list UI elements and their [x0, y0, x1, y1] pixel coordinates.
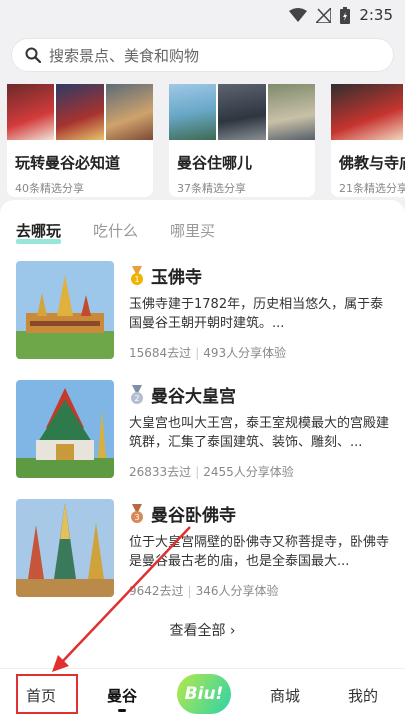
guide-thumbnails: [7, 84, 153, 140]
view-all-link[interactable]: 查看全部 ›: [0, 620, 405, 640]
attractions-panel: 去哪玩 吃什么 哪里买 1 玉佛寺 玉佛寺建于1782年，历史相当悠久，属于泰国…: [0, 200, 405, 668]
attraction-stats: 15684去过 | 493人分享体验: [129, 346, 287, 360]
active-tab-indicator: [118, 709, 126, 712]
nav-mine[interactable]: 我的: [348, 685, 378, 706]
nav-mall[interactable]: 商城: [270, 685, 300, 706]
nav-bangkok[interactable]: 曼谷: [107, 685, 137, 706]
attraction-header: 1 玉佛寺: [129, 263, 202, 288]
guide-card[interactable]: 佛教与寺庙 21条精选分享: [331, 84, 405, 197]
attraction-stats: 9642去过 | 346人分享体验: [129, 584, 279, 598]
attraction-image: [16, 380, 114, 478]
svg-text:1: 1: [134, 275, 139, 284]
attraction-image: [16, 499, 114, 597]
biu-button[interactable]: Biu!: [177, 674, 231, 714]
silver-medal-icon: 2: [131, 384, 143, 404]
guide-subtitle: 40条精选分享: [15, 182, 84, 195]
attraction-description: 大皇宫也叫大王宫，泰王室规模最大的宫殿建筑群，汇集了泰国建筑、装饰、雕刻、...: [129, 416, 390, 450]
biu-label: Biu!: [184, 684, 224, 704]
share-count: 493人分享体验: [203, 346, 287, 360]
search-placeholder: 搜索景点、美食和购物: [49, 46, 200, 65]
svg-text:3: 3: [134, 513, 139, 522]
guide-card[interactable]: 玩转曼谷必知道 40条精选分享: [7, 84, 153, 197]
tab-where-to-shop[interactable]: 哪里买: [170, 220, 215, 241]
battery-icon: [340, 6, 351, 24]
status-icons: 2:35: [289, 5, 393, 25]
tab-what-to-eat[interactable]: 吃什么: [93, 220, 138, 241]
bronze-medal-icon: 3: [131, 503, 143, 523]
guide-subtitle: 37条精选分享: [177, 182, 246, 195]
visit-count: 9642去过: [129, 584, 184, 598]
share-count: 2455人分享体验: [203, 465, 294, 479]
guide-card[interactable]: 曼谷住哪儿 37条精选分享: [169, 84, 315, 197]
svg-text:2: 2: [134, 394, 139, 403]
guide-thumbnails: [331, 84, 405, 140]
tab-where-to-go[interactable]: 去哪玩: [16, 220, 62, 244]
view-all-label: 查看全部: [169, 623, 226, 639]
attraction-item[interactable]: 2 曼谷大皇宫 大皇宫也叫大王宫，泰王室规模最大的宫殿建筑群，汇集了泰国建筑、装…: [16, 380, 396, 480]
signal-off-icon: [316, 7, 332, 23]
guide-thumbnails: [169, 84, 315, 140]
attraction-name: 玉佛寺: [151, 268, 202, 288]
attraction-header: 3 曼谷卧佛寺: [129, 501, 236, 526]
attraction-name: 曼谷卧佛寺: [151, 506, 236, 526]
attraction-header: 2 曼谷大皇宫: [129, 382, 236, 407]
category-tabs: 去哪玩 吃什么 哪里买: [16, 220, 215, 244]
attraction-image: [16, 261, 114, 359]
status-bar: 2:35: [0, 0, 405, 30]
attraction-name: 曼谷大皇宫: [151, 387, 236, 407]
wifi-icon: [289, 8, 308, 22]
attraction-stats: 26833去过 | 2455人分享体验: [129, 465, 294, 479]
attraction-description: 玉佛寺建于1782年，历史相当悠久，属于泰国曼谷王朝开朝时建筑。...: [129, 297, 384, 331]
share-count: 346人分享体验: [195, 584, 279, 598]
search-icon: [25, 47, 41, 63]
visit-count: 15684去过: [129, 346, 192, 360]
guide-title: 曼谷住哪儿: [177, 154, 253, 172]
visit-count: 26833去过: [129, 465, 192, 479]
attraction-item[interactable]: 3 曼谷卧佛寺 位于大皇宫隔壁的卧佛寺又称菩提寺，卧佛寺是曼谷最古老的庙，也是全…: [16, 499, 396, 599]
chevron-right-icon: ›: [229, 623, 236, 639]
attraction-description: 位于大皇宫隔壁的卧佛寺又称菩提寺，卧佛寺是曼谷最古老的庙，也是全泰国最大...: [129, 535, 390, 569]
guide-carousel[interactable]: 玩转曼谷必知道 40条精选分享 曼谷住哪儿 37条精选分享 佛教与寺庙 21条精…: [0, 84, 405, 197]
guide-title: 玩转曼谷必知道: [15, 154, 121, 172]
attraction-item[interactable]: 1 玉佛寺 玉佛寺建于1782年，历史相当悠久，属于泰国曼谷王朝开朝时建筑。..…: [16, 261, 396, 361]
annotation-highlight-box: [16, 674, 78, 714]
guide-title: 佛教与寺庙: [339, 154, 405, 172]
guide-subtitle: 21条精选分享: [339, 182, 405, 195]
status-time: 2:35: [359, 6, 393, 24]
gold-medal-icon: 1: [131, 265, 143, 285]
search-input[interactable]: 搜索景点、美食和购物: [11, 38, 394, 72]
